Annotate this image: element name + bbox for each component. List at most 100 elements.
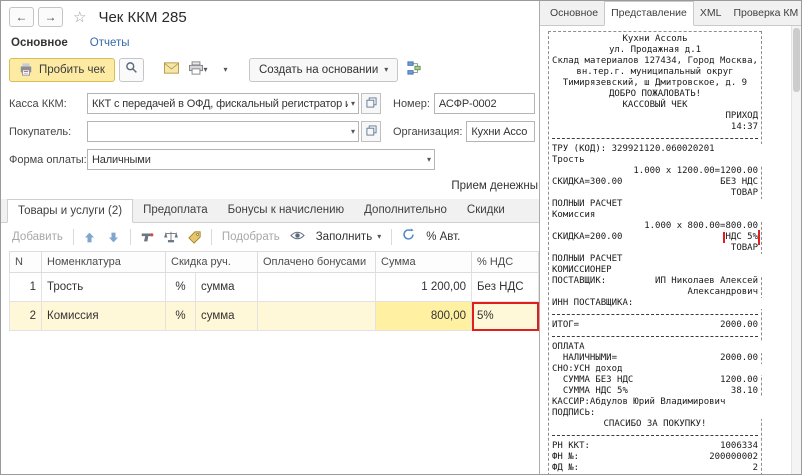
payment-form-label: Форма оплаты: — [9, 154, 87, 166]
receipt-line: Трость — [552, 155, 801, 166]
row-number-cell[interactable]: 1 — [10, 273, 42, 302]
items-command-bar: Добавить Подобрать Заполнить▾ % Авт. — [1, 223, 539, 251]
move-down-button[interactable] — [103, 226, 125, 248]
printer-icon — [189, 61, 203, 80]
receipt-separator — [552, 430, 758, 441]
tab-main[interactable]: Основное — [544, 1, 604, 25]
open-link-icon — [366, 123, 377, 141]
sum-cell-active[interactable]: 800,00 — [376, 302, 472, 331]
search-check-button[interactable] — [119, 58, 144, 82]
tab-xml[interactable]: XML — [694, 1, 728, 25]
scrollbar-thumb[interactable] — [793, 28, 800, 92]
post-check-button[interactable]: Пробить чек — [9, 58, 115, 82]
section-main[interactable]: Основное — [11, 37, 68, 49]
discount-pct-cell[interactable]: % — [166, 273, 196, 302]
table-row-selected[interactable]: 2 Комиссия % сумма 800,00 5% — [10, 302, 539, 331]
organization-field[interactable]: Кухни Ассо — [466, 121, 535, 142]
receipt-text-right: ПРИХОД — [725, 111, 758, 122]
discount-sum-cell[interactable]: сумма — [196, 302, 258, 331]
payment-row: Форма оплаты: Наличными ▾ — [9, 149, 537, 170]
nomenclature-cell[interactable]: Трость — [42, 273, 166, 302]
price-tag-button[interactable] — [184, 226, 206, 248]
receipt-text-right: ТОВАР — [731, 188, 758, 199]
vat-cell[interactable]: Без НДС — [472, 273, 539, 302]
create-based-on-label: Создать на основании — [259, 64, 378, 76]
receipt-line: ул. Продажная д.1 — [552, 45, 758, 56]
preview-tab-bar: Основное Представление XML Проверка КМ — [540, 1, 801, 26]
envelope-icon — [164, 61, 179, 79]
forward-button[interactable]: → — [38, 7, 63, 27]
tab-discounts[interactable]: Скидки — [457, 199, 515, 222]
receipt-text-right: 1.000 x 800.00=800.00 — [644, 221, 758, 232]
move-up-button[interactable] — [79, 226, 101, 248]
buyer-field[interactable]: ▾ — [87, 121, 359, 142]
receipt-text-left: ОПЛАТА — [552, 342, 585, 353]
back-arrow-icon: ← — [16, 10, 28, 24]
table-row[interactable]: 1 Трость % сумма 1 200,00 Без НДС — [10, 273, 539, 302]
discount-sum-cell[interactable]: сумма — [196, 273, 258, 302]
send-email-button[interactable] — [160, 58, 183, 82]
nomenclature-cell[interactable]: Комиссия — [42, 302, 166, 331]
col-n[interactable]: N — [10, 252, 42, 273]
receipt-separator — [552, 133, 758, 144]
col-nomenclature[interactable]: Номенклатура — [42, 252, 166, 273]
create-based-on-button[interactable]: Создать на основании ▾ — [249, 58, 398, 82]
back-button[interactable]: ← — [9, 7, 34, 27]
barcode-scanner-button[interactable] — [136, 226, 158, 248]
col-vat[interactable]: % НДС — [472, 252, 539, 273]
favorite-star-icon[interactable]: ☆ — [73, 8, 86, 26]
buyer-open-button[interactable] — [361, 121, 381, 142]
related-documents-button[interactable] — [402, 58, 425, 82]
tab-prepayment[interactable]: Предоплата — [133, 199, 218, 222]
receipt-line: ПРИХОД — [552, 111, 758, 122]
vat-cell-highlighted[interactable]: 5% — [472, 302, 539, 331]
kassa-row: Касса ККМ: ККТ с передачей в ОФД, фискал… — [9, 93, 537, 114]
sum-cell[interactable]: 1 200,00 — [376, 273, 472, 302]
buyer-row: Покупатель: ▾ Организация: Кухни Ассо — [9, 121, 537, 142]
tab-representation[interactable]: Представление — [604, 1, 694, 26]
bonus-cell[interactable] — [258, 302, 376, 331]
tab-additional[interactable]: Дополнительно — [354, 199, 457, 222]
form-fields: Касса ККМ: ККТ с передачей в ОФД, фискал… — [1, 91, 539, 170]
receipt-document[interactable]: Кухни Ассольул. Продажная д.1Склад матер… — [548, 31, 762, 474]
tab-bonuses[interactable]: Бонусы к начислению — [218, 199, 355, 222]
auto-discount-button[interactable]: % Авт. — [421, 231, 465, 243]
chevron-down-icon: ▾ — [377, 233, 381, 241]
tab-km-check[interactable]: Проверка КМ — [727, 1, 801, 25]
fill-button[interactable]: Заполнить▾ — [311, 231, 386, 243]
receipt-text-right: 14:37 — [731, 122, 758, 133]
chevron-down-icon[interactable]: ▾ — [348, 128, 358, 136]
col-paid-bonuses[interactable]: Оплачено бонусами — [258, 252, 376, 273]
vertical-scrollbar[interactable] — [791, 26, 801, 474]
add-button[interactable]: Добавить — [7, 231, 68, 243]
chevron-down-icon[interactable]: ▾ — [424, 156, 434, 164]
view-button[interactable] — [287, 226, 309, 248]
number-field[interactable]: АСФР-0002 — [434, 93, 535, 114]
scales-button[interactable] — [160, 226, 182, 248]
receipt-text-right: ИП Николаев Алексей — [655, 276, 758, 287]
bonus-cell[interactable] — [258, 273, 376, 302]
pick-button[interactable]: Подобрать — [217, 231, 285, 243]
section-reports-link[interactable]: Отчеты — [90, 37, 130, 49]
kassa-open-button[interactable] — [361, 93, 381, 114]
cash-receipt-note: Прием денежны — [1, 177, 539, 199]
refresh-button[interactable] — [397, 226, 419, 248]
receipt-line: ТОВАР — [552, 188, 758, 199]
discount-pct-cell[interactable]: % — [166, 302, 196, 331]
kassa-field[interactable]: ККТ с передачей в ОФД, фискальный регист… — [87, 93, 359, 114]
receipt-line: вн.тер.г. муниципальный округ — [552, 67, 758, 78]
tab-goods-services[interactable]: Товары и услуги (2) — [7, 199, 133, 223]
more-actions-button[interactable]: ▾ — [214, 58, 237, 82]
col-sum[interactable]: Сумма — [376, 252, 472, 273]
kassa-value: ККТ с передачей в ОФД, фискальный регист… — [88, 98, 348, 110]
receipt-text-left: вн.тер.г. муниципальный округ — [576, 67, 733, 78]
receipt-line: ПОЛНЫЙ РАСЧЕТ — [552, 254, 801, 265]
receipt-text-left: КАССИР:Абдулов Юрий Владимирович — [552, 397, 725, 408]
payment-form-field[interactable]: Наличными ▾ — [87, 149, 435, 170]
chevron-down-icon[interactable]: ▾ — [348, 100, 358, 108]
print-button[interactable]: ▾ — [187, 58, 210, 82]
col-manual-discount[interactable]: Скидка руч. — [166, 252, 258, 273]
receipt-text-left: СУММА БЕЗ НДС — [552, 375, 633, 386]
row-number-cell[interactable]: 2 — [10, 302, 42, 331]
receipt-line: ДОБРО ПОЖАЛОВАТЬ! — [552, 89, 758, 100]
